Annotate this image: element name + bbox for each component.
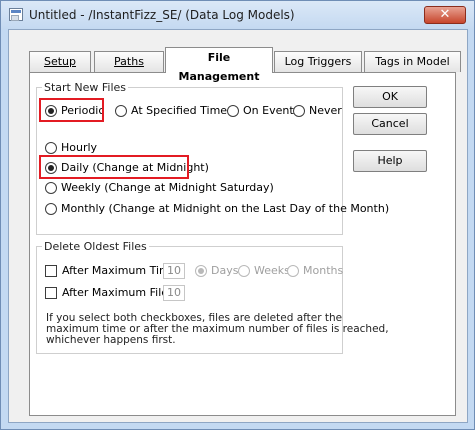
- app-icon: [9, 8, 23, 21]
- file-management-panel: Start New Files Periodic At Specified Ti…: [29, 72, 456, 416]
- tab-file-management[interactable]: File Management: [165, 47, 273, 83]
- delete-note-line-3: whichever happens first.: [46, 334, 176, 346]
- tab-setup[interactable]: Setup: [29, 51, 91, 72]
- checkbox-label: After Maximum Files: [62, 286, 174, 299]
- daily-highlight: [39, 155, 189, 179]
- radio-label: Months: [303, 264, 344, 277]
- radio-label: Monthly (Change at Midnight on the Last …: [61, 202, 390, 215]
- radio-label: Never: [309, 104, 342, 117]
- tab-label: Tags in Model: [375, 55, 450, 68]
- close-icon: ✕: [439, 7, 451, 22]
- radio-label: At Specified Times: [131, 104, 233, 117]
- checkbox-indicator: [45, 265, 57, 277]
- title-bar[interactable]: Untitled - /InstantFizz_SE/ (Data Log Mo…: [1, 1, 474, 29]
- radio-indicator: [45, 182, 57, 194]
- tab-paths[interactable]: Paths: [94, 51, 164, 72]
- window-title: Untitled - /InstantFizz_SE/ (Data Log Mo…: [29, 8, 295, 22]
- radio-indicator: [45, 203, 57, 215]
- radio-label: Weeks: [254, 264, 290, 277]
- radio-indicator: [115, 105, 127, 117]
- checkbox-label: After Maximum Time: [62, 264, 177, 277]
- tab-label: File Management: [178, 51, 260, 83]
- radio-label: Weekly (Change at Midnight Saturday): [61, 181, 274, 194]
- dialog-window: Untitled - /InstantFizz_SE/ (Data Log Mo…: [0, 0, 475, 430]
- cancel-button[interactable]: Cancel: [353, 113, 427, 135]
- delete-oldest-files-label: Delete Oldest Files: [42, 240, 149, 253]
- checkbox-indicator: [45, 287, 57, 299]
- radio-indicator: [287, 265, 299, 277]
- radio-indicator: [238, 265, 250, 277]
- radio-indicator: [195, 265, 207, 277]
- tab-label: Paths: [114, 55, 144, 68]
- radio-indicator: [227, 105, 239, 117]
- tab-label: Log Triggers: [284, 55, 352, 68]
- radio-indicator: [293, 105, 305, 117]
- periodic-highlight: [39, 98, 104, 122]
- start-new-files-label: Start New Files: [42, 81, 128, 94]
- radio-label: On Event: [243, 104, 294, 117]
- radio-indicator: [45, 142, 57, 154]
- max-time-field[interactable]: 10: [163, 263, 185, 279]
- close-button[interactable]: ✕: [424, 6, 466, 24]
- tab-log-triggers[interactable]: Log Triggers: [274, 51, 362, 72]
- radio-label: Hourly: [61, 141, 98, 154]
- ok-button[interactable]: OK: [353, 86, 427, 108]
- max-files-field[interactable]: 10: [163, 285, 185, 301]
- tab-label: Setup: [43, 55, 77, 68]
- radio-label: Days: [211, 264, 239, 277]
- help-button[interactable]: Help: [353, 150, 427, 172]
- tab-tags-in-model[interactable]: Tags in Model: [364, 51, 461, 72]
